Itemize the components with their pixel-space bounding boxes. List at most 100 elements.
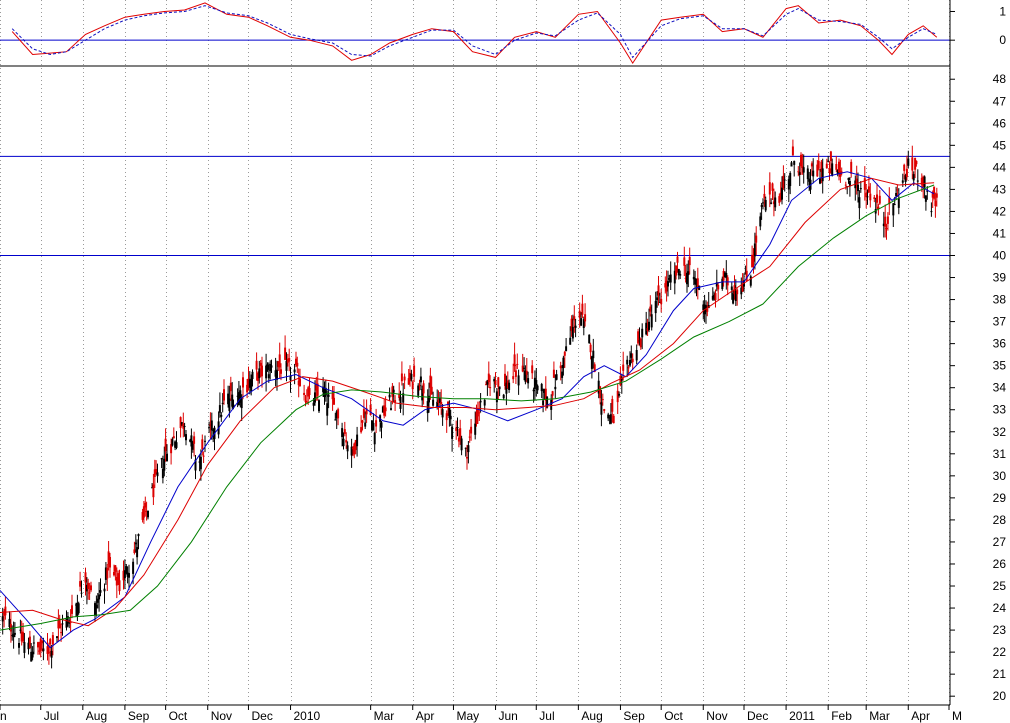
candle-body <box>308 388 311 395</box>
candle <box>426 389 429 422</box>
candle-body <box>441 409 444 418</box>
candle-body <box>901 180 904 183</box>
candle <box>90 581 92 593</box>
candle-body <box>99 590 102 593</box>
oscillator-series <box>11 2 938 65</box>
candle <box>812 158 815 184</box>
candle-body <box>749 276 752 286</box>
candle-body <box>417 385 420 396</box>
candle <box>71 594 73 619</box>
candle <box>445 410 448 433</box>
candle-body <box>223 389 225 401</box>
candle <box>160 457 163 469</box>
candle-body <box>924 195 927 202</box>
candle-body <box>113 572 115 576</box>
candle-body <box>550 399 553 410</box>
candle <box>284 335 287 361</box>
candle-body <box>574 325 577 328</box>
candle <box>265 353 268 392</box>
candle-body <box>762 202 764 204</box>
candle-body <box>65 617 68 628</box>
price-y-tick-label: 37 <box>993 315 1007 329</box>
candle-body <box>185 434 187 441</box>
candle <box>645 311 648 336</box>
candle-body <box>266 364 269 370</box>
candle-body <box>327 394 330 397</box>
candle <box>208 421 211 433</box>
candle-body <box>629 360 631 366</box>
candle-body <box>360 427 363 433</box>
candle-body <box>612 415 615 424</box>
candle <box>654 291 657 322</box>
x-tick-label: Aug <box>581 709 602 723</box>
price-y-tick-label: 29 <box>993 491 1007 505</box>
candle-body <box>667 281 669 287</box>
candle <box>28 630 31 649</box>
candle <box>362 399 365 420</box>
candle <box>683 246 686 276</box>
candle-body <box>364 422 367 427</box>
candle-body <box>789 173 792 186</box>
candle <box>886 212 889 231</box>
candle <box>202 451 205 463</box>
candle-body <box>175 442 178 448</box>
candle-body <box>588 334 591 344</box>
candle-body <box>884 216 887 227</box>
candle <box>607 412 610 422</box>
price-y-tick-label: 34 <box>993 381 1007 395</box>
candle-body <box>679 274 682 276</box>
candle-body <box>540 384 543 392</box>
candle <box>648 308 650 333</box>
candle <box>147 510 149 520</box>
candle <box>637 328 640 346</box>
candle-body <box>61 623 64 625</box>
candle <box>9 612 12 643</box>
candle-body <box>288 358 291 362</box>
candle-body <box>133 549 136 553</box>
candle-body <box>639 338 642 348</box>
candle-body <box>467 445 470 453</box>
candle-body <box>829 151 832 161</box>
candle <box>686 263 688 293</box>
candle <box>711 287 714 301</box>
candle-body <box>771 183 774 191</box>
candle-body <box>464 447 467 449</box>
candle <box>911 145 914 180</box>
price-y-tick-label: 35 <box>993 359 1007 373</box>
candle <box>99 578 102 597</box>
candle-body <box>513 354 516 367</box>
candle-body <box>797 171 800 173</box>
stock-chart: 10 4847464544434241403938373635343332313… <box>0 0 1007 723</box>
candle <box>603 408 606 414</box>
candle <box>171 437 174 447</box>
candle <box>451 423 454 452</box>
candle-body <box>90 585 92 591</box>
candle-body <box>470 426 473 434</box>
candle-body <box>825 163 828 169</box>
candle <box>58 614 61 629</box>
candle-body <box>299 378 301 386</box>
candle-body <box>542 400 545 406</box>
candle <box>493 376 496 393</box>
candle <box>835 155 838 172</box>
candle-body <box>1 616 4 622</box>
candle-body <box>293 369 296 373</box>
candle-body <box>935 193 938 198</box>
candle-body <box>782 175 785 189</box>
candle-body <box>892 203 895 216</box>
candle <box>923 175 926 199</box>
candle-body <box>821 168 824 182</box>
candle-body <box>581 303 584 315</box>
candle-body <box>455 427 458 431</box>
candle-body <box>373 432 376 445</box>
candle <box>455 420 458 440</box>
candle-body <box>527 378 530 384</box>
candle-body <box>523 367 526 369</box>
candle-body <box>514 370 517 377</box>
candle-body <box>536 385 539 391</box>
candle-body <box>637 331 640 344</box>
candle <box>635 344 638 365</box>
candle <box>782 165 785 190</box>
candle-body <box>827 160 830 162</box>
x-tick-label: 2010 <box>294 709 321 723</box>
